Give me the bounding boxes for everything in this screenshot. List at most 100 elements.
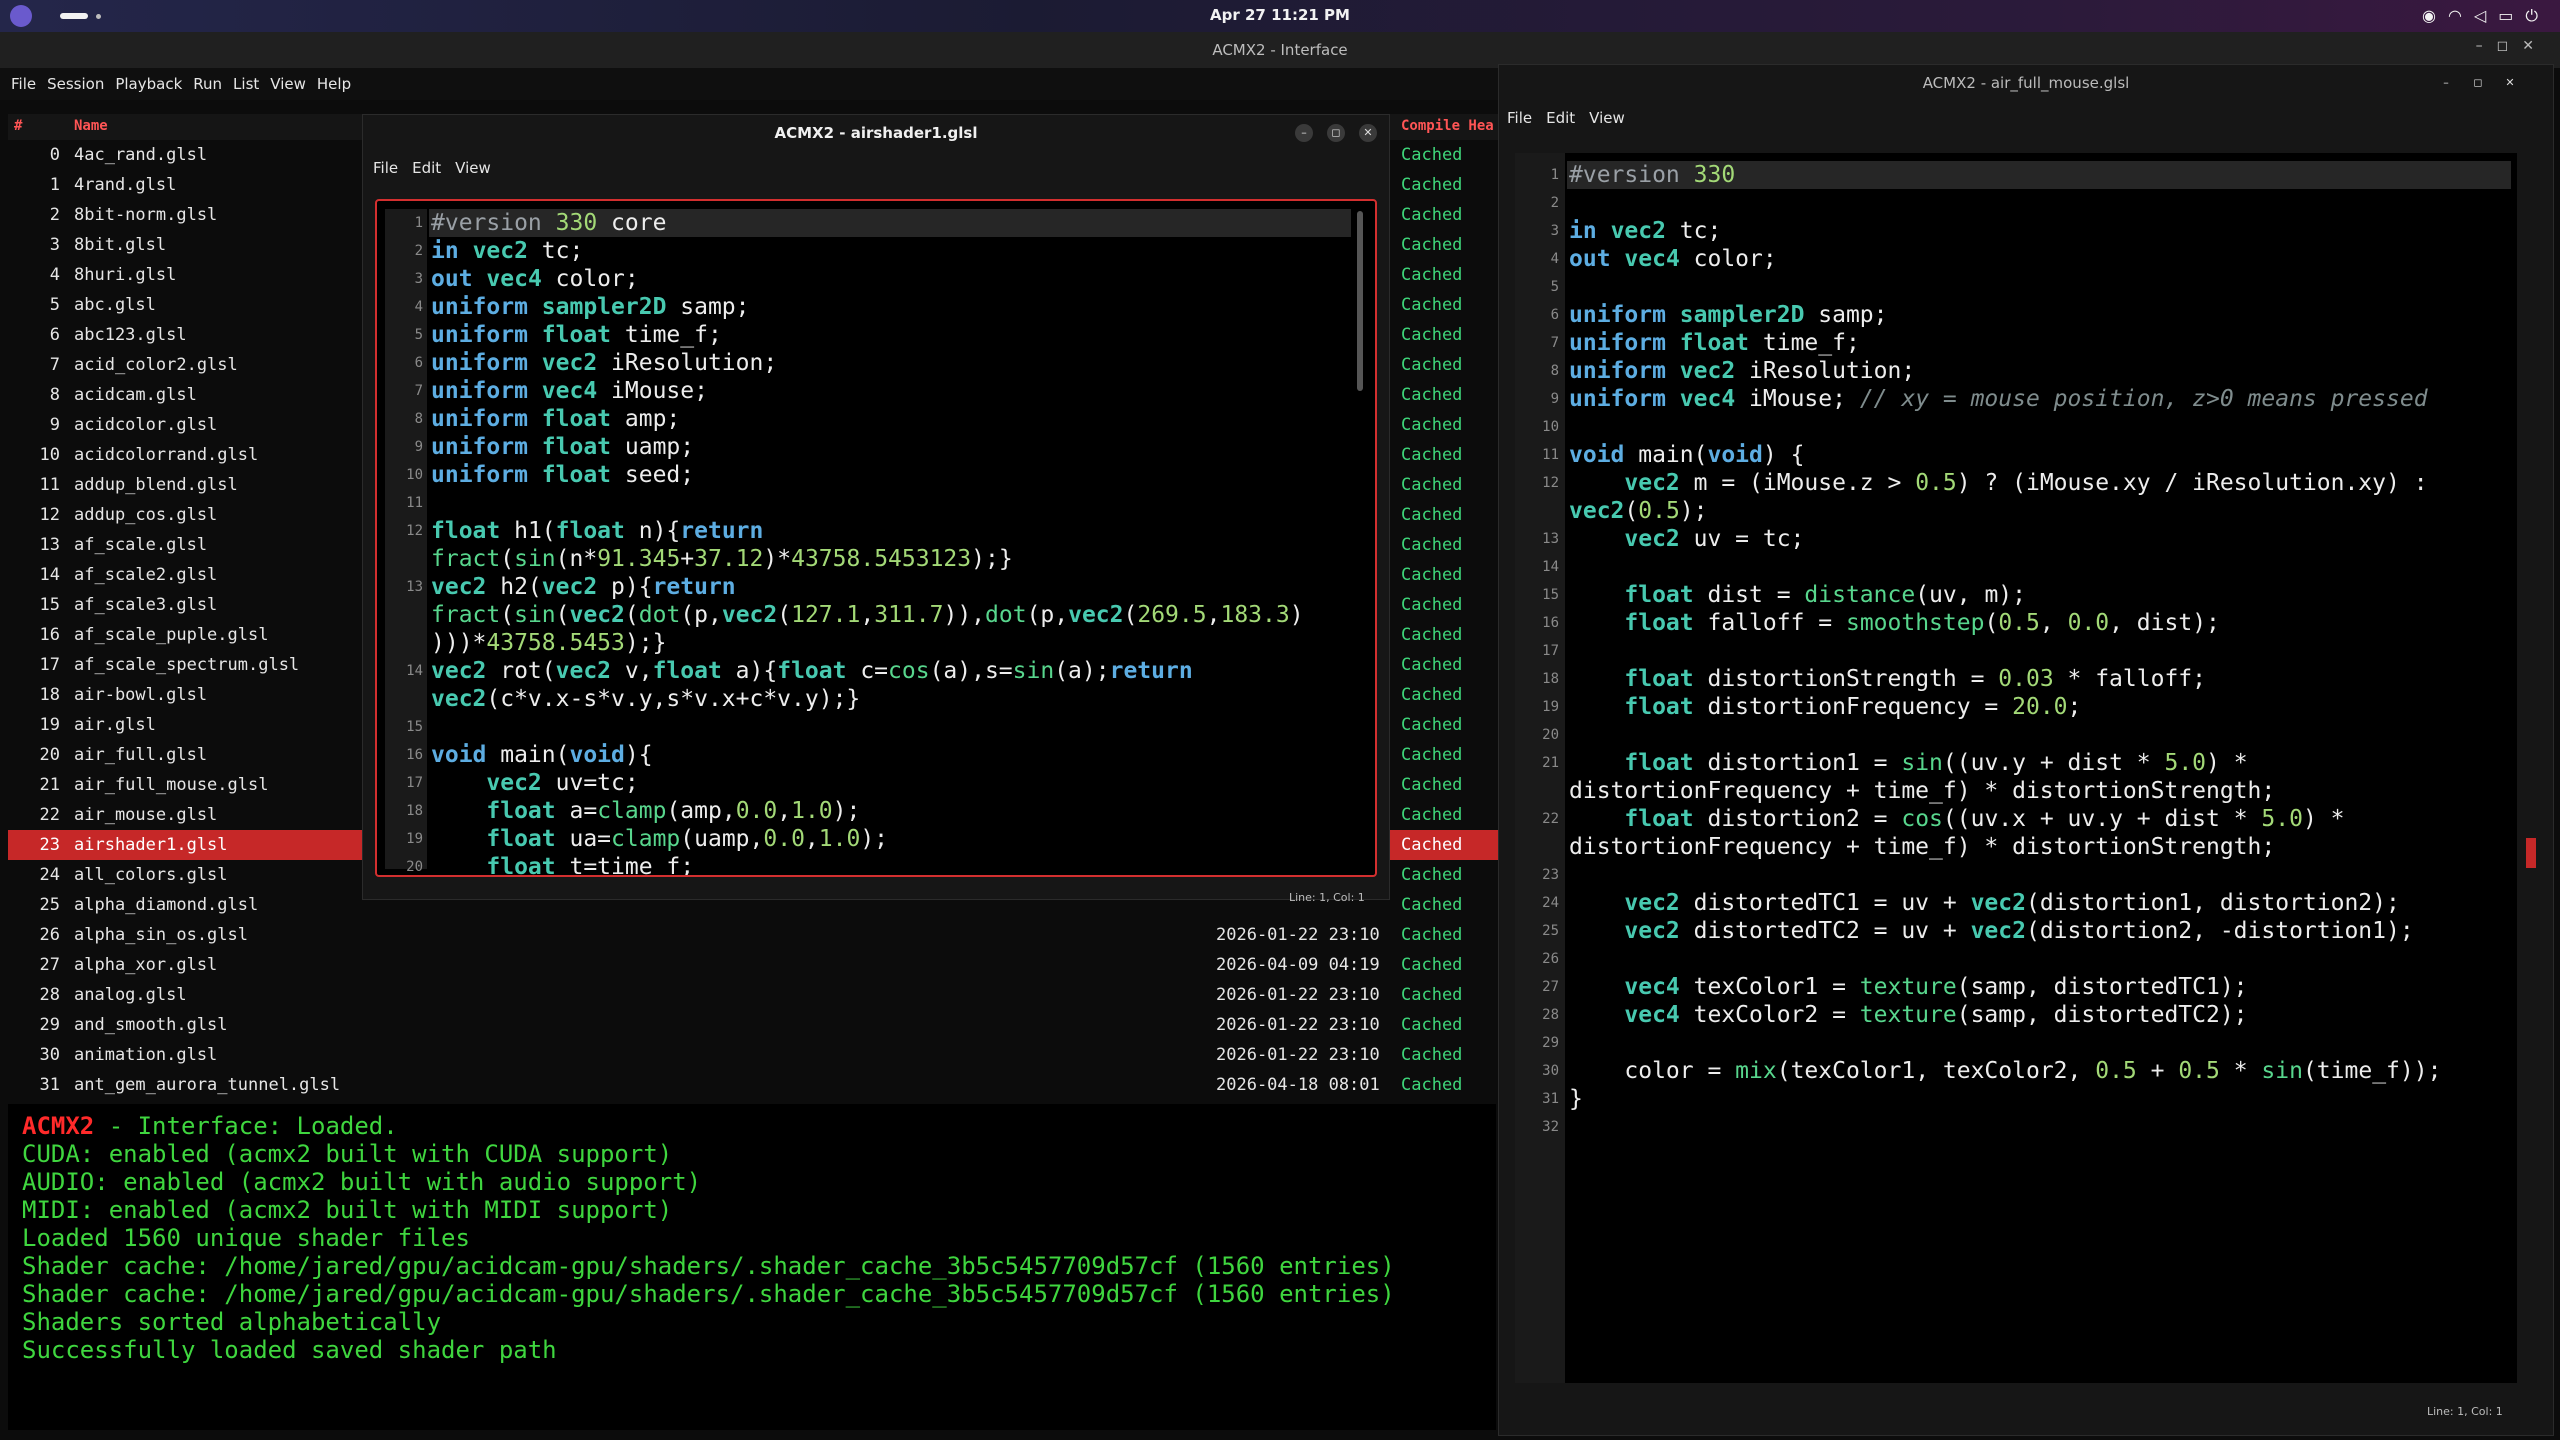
row-name: 8bit.glsl bbox=[74, 235, 167, 255]
row-name: air_full.glsl bbox=[74, 745, 208, 765]
close-icon[interactable]: ✕ bbox=[2501, 74, 2519, 92]
editor1-menu-file[interactable]: File bbox=[373, 159, 398, 177]
wifi-icon[interactable]: ◠ bbox=[2448, 6, 2474, 25]
row-index: 27 bbox=[39, 955, 60, 975]
row-index: 13 bbox=[39, 535, 60, 555]
minimize-icon[interactable]: – bbox=[1295, 124, 1313, 142]
line-number: 17 bbox=[1542, 643, 1559, 659]
console-line: Loaded 1560 unique shader files bbox=[22, 1224, 470, 1252]
console-line: MIDI: enabled (acmx2 built with MIDI sup… bbox=[22, 1196, 673, 1224]
editor1-menu-edit[interactable]: Edit bbox=[412, 159, 441, 177]
volume-icon[interactable]: ◁ bbox=[2474, 6, 2498, 25]
editor1-menu-view[interactable]: View bbox=[455, 159, 491, 177]
line-number bbox=[1515, 833, 1559, 861]
table-row[interactable]: 29 and_smooth.glsl 2026-01-22 23:10 Cached bbox=[8, 1010, 1498, 1040]
line-number: 28 bbox=[1542, 1007, 1559, 1023]
menu-file[interactable]: File bbox=[11, 68, 36, 100]
system-tray[interactable]: ◉◠◁▭⏻ bbox=[2422, 6, 2550, 26]
editor2-line-numbers: 1 2 3 4 5 6 7 8 9 10 11 12 13 14 15 16 17 18 19 20 21 22 23… bbox=[1515, 161, 1559, 1141]
line-number: 9 bbox=[1550, 391, 1559, 407]
line-number: 4 bbox=[1550, 251, 1559, 267]
maximize-icon[interactable]: ◻ bbox=[2497, 38, 2523, 54]
editor1-code-area[interactable]: 1 2 3 4 5 6 7 8 9 10 11 12 13 14 15 16 17 18 19 20 #vers… bbox=[375, 199, 1377, 877]
editor2-code[interactable]: #version 330 in vec2 tc; out vec4 color;… bbox=[1569, 161, 2441, 1113]
console-line: CUDA: enabled (acmx2 built with CUDA sup… bbox=[22, 1140, 673, 1168]
steam-icon[interactable]: ◉ bbox=[2422, 6, 2448, 25]
line-number: 19 bbox=[1542, 699, 1559, 715]
row-status: Cached bbox=[1401, 235, 1463, 255]
minimize-icon[interactable]: – bbox=[2476, 38, 2497, 54]
editor2-code-area[interactable]: 1 2 3 4 5 6 7 8 9 10 11 12 13 14 15 16 17 18 19 20 21 22 23… bbox=[1515, 153, 2517, 1383]
line-number: 4 bbox=[414, 299, 423, 315]
editor1-code[interactable]: #version 330 core in vec2 tc; out vec4 c… bbox=[431, 209, 1304, 875]
main-window-controls[interactable]: –◻✕ bbox=[2476, 38, 2548, 54]
editor2-menu-view[interactable]: View bbox=[1589, 109, 1625, 127]
table-row[interactable]: 26 alpha_sin_os.glsl 2026-01-22 23:10 Cache… bbox=[8, 920, 1498, 950]
line-number: 14 bbox=[1542, 559, 1559, 575]
editor1-scrollbar[interactable] bbox=[1357, 211, 1363, 391]
column-compile-health[interactable]: Compile Hea bbox=[1401, 118, 1494, 134]
line-number: 16 bbox=[406, 747, 423, 763]
row-date: 2026-01-22 23:10 bbox=[1216, 985, 1380, 1005]
menu-session[interactable]: Session bbox=[47, 68, 104, 100]
power-icon[interactable]: ⏻ bbox=[2525, 6, 2550, 25]
menu-playback[interactable]: Playback bbox=[115, 68, 182, 100]
row-name: air_full_mouse.glsl bbox=[74, 775, 269, 795]
system-clock[interactable]: Apr 27 11:21 PM bbox=[0, 6, 2560, 24]
row-status: Cached bbox=[1401, 175, 1463, 195]
row-status: Cached bbox=[1401, 925, 1463, 945]
battery-icon[interactable]: ▭ bbox=[2498, 6, 2525, 25]
line-number: 1 bbox=[414, 215, 423, 231]
menu-help[interactable]: Help bbox=[317, 68, 351, 100]
list-scroll-marker[interactable] bbox=[2526, 838, 2536, 868]
row-status: Cached bbox=[1401, 835, 1463, 855]
console-output: ACMX2 - Interface: Loaded. CUDA: enabled… bbox=[8, 1104, 1496, 1430]
column-name[interactable]: Name bbox=[74, 118, 108, 134]
row-index: 12 bbox=[39, 505, 60, 525]
editor2-menu-edit[interactable]: Edit bbox=[1546, 109, 1575, 127]
maximize-icon[interactable]: ◻ bbox=[2469, 74, 2487, 92]
row-status: Cached bbox=[1401, 385, 1463, 405]
column-index[interactable]: # bbox=[14, 118, 22, 134]
minimize-icon[interactable]: – bbox=[2437, 74, 2455, 92]
row-name: 4ac_rand.glsl bbox=[74, 145, 208, 165]
line-number: 15 bbox=[1542, 587, 1559, 603]
row-status: Cached bbox=[1401, 1075, 1463, 1095]
maximize-icon[interactable]: ◻ bbox=[1327, 124, 1345, 142]
row-name: air.glsl bbox=[74, 715, 156, 735]
editor1-line-numbers: 1 2 3 4 5 6 7 8 9 10 11 12 13 14 15 16 17 18 19 20 bbox=[385, 209, 423, 875]
row-index: 19 bbox=[39, 715, 60, 735]
row-name: abc123.glsl bbox=[74, 325, 187, 345]
row-status: Cached bbox=[1401, 595, 1463, 615]
close-icon[interactable]: ✕ bbox=[2522, 38, 2548, 54]
row-name: addup_blend.glsl bbox=[74, 475, 238, 495]
editor2-menu-file[interactable]: File bbox=[1507, 109, 1532, 127]
line-number: 3 bbox=[414, 271, 423, 287]
row-status: Cached bbox=[1401, 955, 1463, 975]
line-number: 24 bbox=[1542, 895, 1559, 911]
row-status: Cached bbox=[1401, 295, 1463, 315]
menu-view[interactable]: View bbox=[270, 68, 306, 100]
row-index: 20 bbox=[39, 745, 60, 765]
close-icon[interactable]: ✕ bbox=[1359, 124, 1377, 142]
row-name: alpha_sin_os.glsl bbox=[74, 925, 248, 945]
menu-list[interactable]: List bbox=[233, 68, 259, 100]
table-row[interactable]: 31 ant_gem_aurora_tunnel.glsl 2026-04-18 0… bbox=[8, 1070, 1498, 1098]
row-status: Cached bbox=[1401, 205, 1463, 225]
table-row[interactable]: 28 analog.glsl 2026-01-22 23:10 Cached bbox=[8, 980, 1498, 1010]
line-number: 11 bbox=[406, 495, 423, 511]
row-status: Cached bbox=[1401, 805, 1463, 825]
row-name: acid_color2.glsl bbox=[74, 355, 238, 375]
table-row[interactable]: 27 alpha_xor.glsl 2026-04-09 04:19 Cached bbox=[8, 950, 1498, 980]
line-number bbox=[1515, 497, 1559, 525]
row-name: 4rand.glsl bbox=[74, 175, 177, 195]
line-number: 31 bbox=[1542, 1091, 1559, 1107]
row-index: 5 bbox=[49, 295, 60, 315]
row-status: Cached bbox=[1401, 1045, 1463, 1065]
line-number: 13 bbox=[1542, 531, 1559, 547]
menu-run[interactable]: Run bbox=[193, 68, 222, 100]
row-index: 6 bbox=[49, 325, 60, 345]
row-name: acidcam.glsl bbox=[74, 385, 197, 405]
table-row[interactable]: 30 animation.glsl 2026-01-22 23:10 Cached bbox=[8, 1040, 1498, 1070]
row-status: Cached bbox=[1401, 745, 1463, 765]
